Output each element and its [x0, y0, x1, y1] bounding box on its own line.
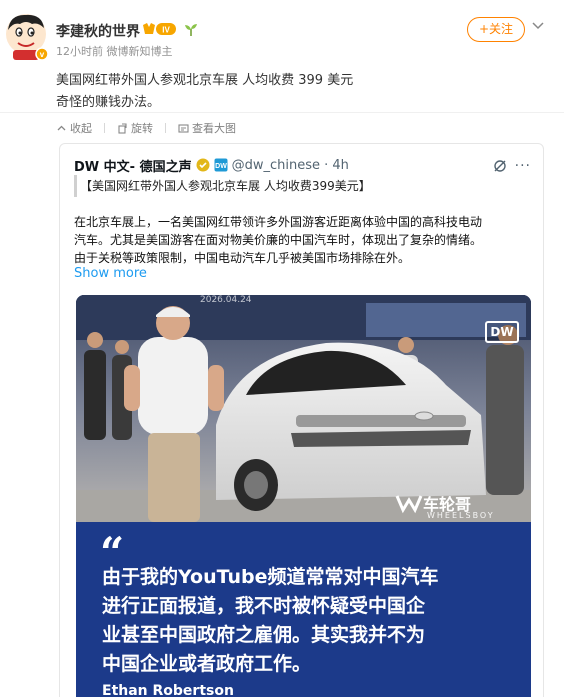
separator — [104, 123, 105, 133]
quote-text: 由于我的YouTube频道常常对中国汽车 进行正面报道，我不时被怀疑受中国企 业… — [102, 563, 512, 679]
card-headline: 【美国网红带外国人参观北京车展 人均收费399美元】 — [74, 175, 532, 197]
quote-line: 业甚至中国政府之雇佣。其实我并不为 — [102, 624, 426, 646]
verified-badge-icon — [196, 158, 210, 172]
grok-icon[interactable] — [493, 159, 507, 173]
post-header: v 李建秋的世界 IV 12小时前 微博新知博主 +关注 — [0, 0, 564, 66]
post-text: 美国网红带外国人参观北京车展 人均收费 399 美元 奇怪的赚钱办法。 — [56, 70, 536, 114]
rotate-button[interactable]: 旋转 — [117, 120, 153, 136]
card-body-line: 汽车。尤其是美国游客在面对物美价廉的中国汽车时，体现出了复杂的情绪。 — [74, 233, 483, 247]
collapse-label: 收起 — [70, 122, 92, 135]
watermark-subtext: WHEELSBOY — [427, 511, 495, 520]
view-large-icon — [178, 123, 189, 133]
vip-level: IV — [162, 26, 170, 35]
separator — [165, 123, 166, 133]
rotate-icon — [118, 122, 127, 134]
quote-line: 进行正面报道，我不时被怀疑受中国企 — [102, 595, 426, 617]
card-author: DW 中文- 德国之声 — [74, 159, 192, 175]
svg-text:v: v — [40, 50, 45, 59]
card-handle: @dw_chinese · 4h — [231, 157, 349, 173]
quote-line: 由于我的YouTube频道常常对中国汽车 — [102, 566, 439, 588]
collapse-icon — [57, 125, 66, 130]
dw-watermark-logo: DW — [485, 321, 519, 343]
dw-logo-icon: DW — [214, 158, 228, 172]
post-text-line: 奇怪的赚钱办法。 — [56, 95, 161, 110]
card-body-line: 在北京车展上，一名美国网红带领许多外国游客近距离体验中国的高科技电动 — [74, 215, 483, 229]
sprout-icon — [185, 24, 197, 36]
svg-text:DW: DW — [215, 163, 227, 170]
chevron-down-icon[interactable] — [531, 18, 545, 32]
card-icons: ··· — [493, 158, 531, 174]
follow-button[interactable]: +关注 — [467, 17, 525, 42]
show-more-link[interactable]: Show more — [74, 266, 147, 281]
image-action-bar: 收起 旋转 查看大图 — [56, 119, 248, 137]
collapse-button[interactable]: 收起 — [56, 120, 92, 136]
quote-line: 中国企业或者政府工作。 — [102, 653, 312, 675]
wheelsboy-logo-icon — [395, 495, 423, 514]
rotate-label: 旋转 — [131, 122, 153, 135]
card-body-line: 由于关税等政策限制，中国电动汽车几乎被美国市场排除在外。 — [74, 251, 411, 265]
more-options-icon[interactable]: ··· — [515, 158, 531, 174]
card-media[interactable]: 2026.04.24 DW 车轮哥 WHEELSBOY “ 由于我的YouTub… — [76, 295, 531, 697]
post-text-line: 美国网红带外国人参观北京车展 人均收费 399 美元 — [56, 73, 354, 88]
card-body: 在北京车展上，一名美国网红带领许多外国游客近距离体验中国的高科技电动 汽车。尤其… — [74, 213, 532, 267]
embedded-tweet-image[interactable]: DW 中文- 德国之声 DW @dw_chinese · 4h ··· 【美国网… — [59, 143, 544, 697]
vip-badge-icon: IV — [143, 23, 176, 35]
post-meta: 12小时前 微博新知博主 — [56, 45, 173, 58]
view-large-label: 查看大图 — [192, 122, 236, 135]
username[interactable]: 李建秋的世界 — [56, 21, 140, 41]
view-large-button[interactable]: 查看大图 — [178, 120, 236, 136]
quote-author: Ethan Robertson — [102, 683, 234, 697]
avatar[interactable]: v — [4, 12, 48, 60]
car-show-photo — [76, 295, 531, 522]
card-header: DW 中文- 德国之声 DW @dw_chinese · 4h — [74, 156, 349, 175]
divider — [0, 112, 564, 113]
photo-date: 2026.04.24 — [200, 295, 252, 305]
